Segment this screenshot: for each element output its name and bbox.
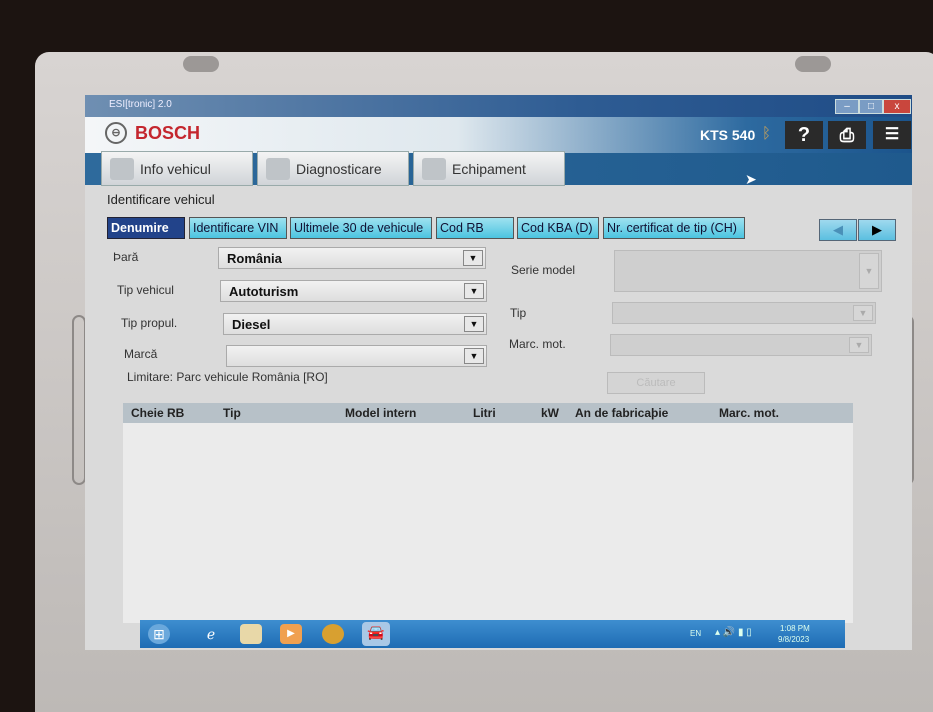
chevron-down-icon: ▼ <box>859 253 879 289</box>
maximize-button[interactable]: □ <box>859 99 883 114</box>
tab-info-vehicul[interactable]: Info vehicul <box>101 151 253 186</box>
subtab-identificare-vin[interactable]: Identificare VIN <box>189 217 287 239</box>
subtab-denumire[interactable]: Denumire <box>107 217 185 239</box>
next-button[interactable]: ▶ <box>858 219 896 241</box>
app-header: ⊖ BOSCH KTS 540 ᛒ ? ⎙ ☰ <box>85 117 912 153</box>
limitation-text: Limitare: Parc vehicule România [RO] <box>127 370 328 384</box>
country-label: Þară <box>113 250 139 264</box>
vehicle-type-label: Tip vehicul <box>117 283 174 297</box>
subtab-cod-rb[interactable]: Cod RB <box>436 217 514 239</box>
chevron-down-icon: ▼ <box>464 316 484 332</box>
folder-icon[interactable] <box>240 624 262 644</box>
prev-button[interactable]: ◀ <box>819 219 857 241</box>
clock-date[interactable]: 9/8/2023 <box>778 635 809 644</box>
column-header[interactable]: Model intern <box>345 406 416 420</box>
type-select[interactable]: ▼ <box>612 302 876 324</box>
subtab-nr-certificat[interactable]: Nr. certificat de tip (CH) <box>603 217 745 239</box>
brand-name: BOSCH <box>135 123 201 143</box>
diagnostic-icon <box>266 158 290 180</box>
column-header[interactable]: kW <box>541 406 559 420</box>
equipment-icon <box>422 158 446 180</box>
results-table-body <box>123 423 853 623</box>
propulsion-select[interactable]: Diesel ▼ <box>223 313 487 335</box>
esitronic-app-icon[interactable]: 🚘 <box>362 622 390 646</box>
column-header[interactable]: An de fabricaþie <box>575 406 668 420</box>
print-button[interactable]: ⎙ <box>828 121 866 149</box>
bezel-latch <box>183 56 219 72</box>
tab-echipament[interactable]: Echipament <box>413 151 565 186</box>
clock-time[interactable]: 1:08 PM <box>780 624 810 633</box>
chevron-down-icon: ▼ <box>464 283 484 299</box>
bluetooth-icon: ᛒ <box>762 125 772 142</box>
make-select[interactable]: ▼ <box>226 345 487 367</box>
menu-button[interactable]: ☰ <box>873 121 911 149</box>
bezel-latch <box>795 56 831 72</box>
chevron-down-icon: ▼ <box>463 250 483 266</box>
vehicle-type-select[interactable]: Autoturism ▼ <box>220 280 487 302</box>
country-select[interactable]: România ▼ <box>218 247 486 269</box>
close-button[interactable]: x <box>883 99 911 114</box>
tab-label: Echipament <box>452 161 526 177</box>
model-series-label: Serie model <box>511 263 576 277</box>
subtab-cod-kba[interactable]: Cod KBA (D) <box>517 217 599 239</box>
internet-explorer-icon[interactable]: ℯ <box>200 624 222 644</box>
chevron-down-icon: ▼ <box>464 348 484 364</box>
vehicle-type-value: Autoturism <box>229 284 299 299</box>
country-value: România <box>227 251 282 266</box>
make-label: Marcă <box>124 347 158 361</box>
chevron-down-icon: ▼ <box>853 305 873 321</box>
bezel-grip <box>72 315 86 485</box>
propulsion-value: Diesel <box>232 317 271 332</box>
bosch-emblem-icon: ⊖ <box>105 122 127 144</box>
taskbar: ⊞ ℯ ▶ 🚘 EN ▴ 🔊 ▮ ▯ 1:08 PM 9/8/2023 <box>140 620 845 648</box>
type-label: Tip <box>510 306 527 320</box>
subtab-ultimele-30[interactable]: Ultimele 30 de vehicule <box>290 217 432 239</box>
column-header[interactable]: Marc. mot. <box>719 406 779 420</box>
language-indicator[interactable]: EN <box>690 629 701 638</box>
tab-label: Diagnosticare <box>296 161 382 177</box>
start-button-icon[interactable]: ⊞ <box>148 624 170 644</box>
title-bar: ESI[tronic] 2.0 <box>85 95 912 117</box>
device-name: KTS 540 <box>700 127 756 143</box>
car-icon <box>110 158 134 180</box>
tray-icons[interactable]: ▴ 🔊 ▮ ▯ <box>715 627 752 638</box>
chevron-down-icon: ▼ <box>849 337 869 353</box>
section-title: Identificare vehicul <box>107 192 215 207</box>
column-header[interactable]: Tip <box>223 406 241 420</box>
bosch-logo: ⊖ BOSCH <box>105 122 201 144</box>
engine-code-select[interactable]: ▼ <box>610 334 872 356</box>
results-table-header: Cheie RB Tip Model intern Litri kW An de… <box>123 403 853 423</box>
model-series-select[interactable]: ▼ <box>614 250 882 292</box>
media-player-icon[interactable]: ▶ <box>280 624 302 644</box>
column-header[interactable]: Litri <box>473 406 496 420</box>
engine-code-label: Marc. mot. <box>509 337 566 351</box>
column-header[interactable]: Cheie RB <box>131 406 184 420</box>
screen: ESI[tronic] 2.0 – □ x ⊖ BOSCH KTS 540 ᛒ ?… <box>85 95 912 650</box>
mouse-cursor-icon: ➤ <box>745 171 757 187</box>
tab-diagnosticare[interactable]: Diagnosticare <box>257 151 409 186</box>
minimize-button[interactable]: – <box>835 99 859 114</box>
help-button[interactable]: ? <box>785 121 823 149</box>
window-title: ESI[tronic] 2.0 <box>109 99 172 110</box>
chrome-icon[interactable] <box>322 624 344 644</box>
tab-label: Info vehicul <box>140 161 211 177</box>
propulsion-label: Tip propul. <box>121 316 178 330</box>
search-button[interactable]: Căutare <box>607 372 705 394</box>
